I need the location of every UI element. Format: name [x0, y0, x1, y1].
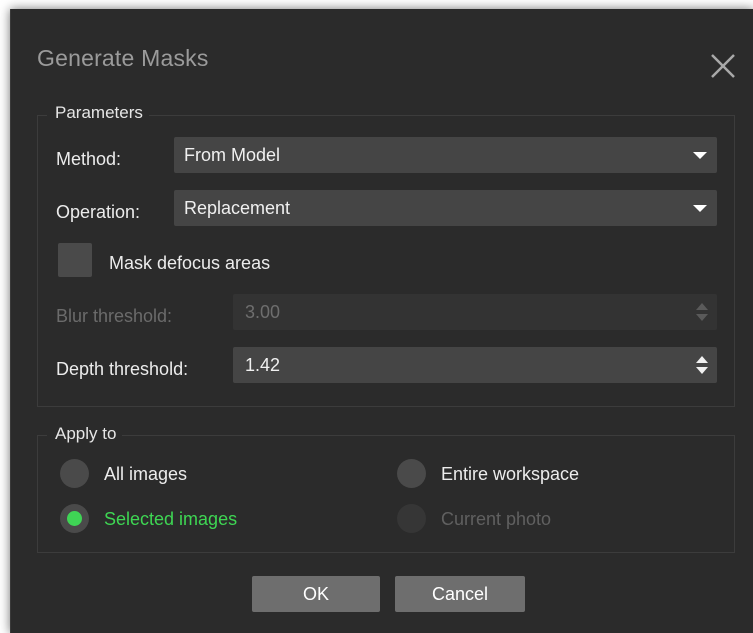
- blur-threshold-label: Blur threshold:: [56, 306, 173, 326]
- entire-workspace-label[interactable]: Entire workspace: [441, 464, 579, 485]
- mask-defocus-checkbox[interactable]: [58, 243, 92, 277]
- ok-button[interactable]: OK: [252, 576, 380, 612]
- operation-dropdown[interactable]: Replacement: [174, 190, 717, 226]
- radio-selected-dot: [67, 511, 82, 526]
- spin-arrows-icon: [696, 303, 708, 321]
- operation-value: Replacement: [184, 198, 291, 218]
- method-dropdown[interactable]: From Model: [174, 137, 717, 173]
- entire-workspace-radio[interactable]: [397, 459, 426, 488]
- operation-label: Operation:: [56, 202, 141, 222]
- depth-threshold-label: Depth threshold:: [56, 359, 189, 379]
- mask-defocus-label[interactable]: Mask defocus areas: [109, 253, 270, 274]
- blur-threshold-spinbox: 3.00: [233, 294, 717, 330]
- cancel-button[interactable]: Cancel: [395, 576, 525, 612]
- method-label: Method:: [56, 149, 122, 169]
- apply-to-group: [37, 435, 735, 553]
- depth-threshold-value: 1.42: [245, 355, 281, 375]
- spin-arrows-icon[interactable]: [696, 356, 708, 374]
- current-photo-label: Current photo: [441, 509, 552, 529]
- dialog-title: Generate Masks: [37, 45, 209, 71]
- parameters-group-label: Parameters: [47, 103, 149, 123]
- close-icon[interactable]: [709, 52, 737, 80]
- selected-images-label[interactable]: Selected images: [104, 509, 237, 530]
- method-value: From Model: [184, 145, 281, 165]
- depth-threshold-spinbox[interactable]: 1.42: [233, 347, 717, 383]
- chevron-down-icon: [693, 205, 707, 212]
- all-images-label[interactable]: All images: [104, 464, 187, 485]
- current-photo-radio: [397, 504, 426, 533]
- generate-masks-dialog: Generate Masks Parameters Method: From M…: [10, 9, 753, 633]
- chevron-down-icon: [693, 152, 707, 159]
- blur-threshold-value: 3.00: [245, 302, 281, 322]
- selected-images-radio[interactable]: [60, 504, 89, 533]
- all-images-radio[interactable]: [60, 459, 89, 488]
- apply-to-group-label: Apply to: [47, 424, 123, 444]
